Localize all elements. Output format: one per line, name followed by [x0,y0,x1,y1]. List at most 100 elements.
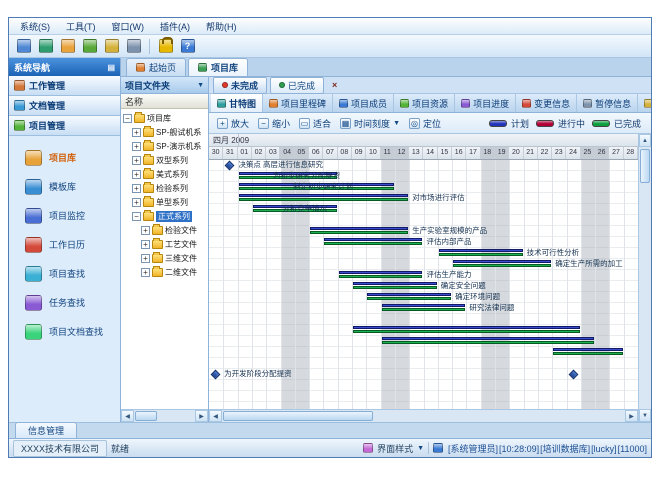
时间刻度-button[interactable]: ▦时间刻度▼ [336,115,404,132]
task-bar[interactable] [353,282,437,291]
view-tab-暂停信息[interactable]: 暂停信息 [577,94,638,112]
grid-button[interactable] [36,37,55,56]
menu-item[interactable]: 插件(A) [153,19,197,34]
tree-node-SP-演示机系[interactable]: +SP-演示机系 [123,139,208,153]
chevron-down-icon[interactable]: ▼ [197,82,204,89]
expander-icon[interactable]: + [132,156,141,165]
view-tab-甘特图[interactable]: 甘特图 [211,94,263,112]
pin-icon[interactable]: ▤ [107,63,115,72]
menu-item[interactable]: 帮助(H) [199,19,244,34]
tree-node-SP-舰试机系[interactable]: +SP-舰试机系 [123,125,208,139]
expander-icon[interactable]: + [132,170,141,179]
expander-icon[interactable]: + [132,184,141,193]
help-button[interactable] [178,37,197,56]
locate-icon: ◎ [409,118,420,129]
sidebar-item-项目监控[interactable]: 项目监控 [9,201,120,230]
task-bar[interactable] [553,348,623,357]
task-bar[interactable] [339,271,423,280]
gear-button[interactable] [124,37,143,56]
tab-起始页[interactable]: 起始页 [126,58,186,76]
task-bar[interactable] [382,304,466,313]
scroll-down-icon[interactable]: ▼ [639,409,651,422]
scroll-thumb[interactable] [223,411,373,421]
scroll-thumb[interactable] [640,149,650,183]
form-button[interactable] [58,37,77,56]
task-label: 确定生产所需的加工 [555,259,623,269]
tree-node-工艺文件[interactable]: +工艺文件 [123,237,208,251]
放大-button[interactable]: +放大 [213,115,253,132]
gantt-horizontal-scrollbar[interactable]: ◀ ▶ [209,409,638,422]
scroll-thumb[interactable] [135,411,157,421]
menu-item[interactable]: 窗口(W) [105,19,152,34]
tab-项目库[interactable]: 项目库 [188,58,248,76]
sidebar-group-文档管理[interactable]: 文档管理 [9,96,120,116]
close-icon[interactable]: × [329,80,340,90]
sidebar-group-项目管理[interactable]: 项目管理 [9,116,120,136]
sidebar-item-工作日历[interactable]: 工作日历 [9,230,120,259]
tree-node-美式系列[interactable]: +美式系列 [123,167,208,181]
sidebar-item-项目库[interactable]: 项目库 [9,143,120,172]
tree-node-正式系列[interactable]: −正式系列 [123,209,208,223]
tree-column-header[interactable]: 名称 [121,94,208,109]
tree-node-二维文件[interactable]: +二维文件 [123,265,208,279]
gantt-vertical-scrollbar[interactable]: ▲ ▼ [638,134,651,422]
sidebar-item-项目查找[interactable]: 项目查找 [9,259,120,288]
task-bar[interactable] [353,326,580,335]
view-tab-项目预算[interactable]: 项目预算 [638,94,651,112]
home-button[interactable] [14,37,33,56]
task-bar[interactable] [453,260,551,269]
缩小-button[interactable]: −缩小 [254,115,294,132]
task-bar[interactable] [310,227,408,236]
tab-info-management[interactable]: 信息管理 [15,422,77,438]
适合-button[interactable]: ▭适合 [295,115,335,132]
milestone-marker[interactable] [225,161,235,171]
view-tab-项目里程碑[interactable]: 项目里程碑 [263,94,333,112]
tree-node-项目库[interactable]: −项目库 [123,111,208,125]
scroll-right-icon[interactable]: ▶ [625,410,638,422]
expander-icon[interactable]: + [141,268,150,277]
expander-icon[interactable]: + [132,142,141,151]
sidebar-group-工作管理[interactable]: 工作管理 [9,76,120,96]
scroll-left-icon[interactable]: ◀ [209,410,222,422]
expander-icon[interactable]: − [123,114,132,123]
filter-tab-已完成[interactable]: 已完成 [270,77,324,94]
task-bar[interactable] [239,194,409,203]
tree-node-单型系列[interactable]: +单型系列 [123,195,208,209]
scroll-up-icon[interactable]: ▲ [639,134,651,147]
chevron-down-icon[interactable]: ▼ [417,445,424,452]
task-bar[interactable] [367,293,451,302]
view-tab-项目资源[interactable]: 项目资源 [394,94,455,112]
milestone-marker[interactable] [568,370,578,380]
sidebar-item-项目文档查找[interactable]: 项目文档查找 [9,317,120,346]
expander-icon[interactable]: + [141,226,150,235]
tree-horizontal-scrollbar[interactable]: ◀ ▶ [121,409,208,422]
view-tab-项目进度[interactable]: 项目进度 [455,94,516,112]
定位-button[interactable]: ◎定位 [405,115,445,132]
filter-tab-未完成[interactable]: 未完成 [213,77,267,94]
expander-icon[interactable]: + [132,128,141,137]
expander-icon[interactable]: − [132,212,141,221]
tree-node-检验系列[interactable]: +检验系列 [123,181,208,195]
scroll-left-icon[interactable]: ◀ [121,410,134,422]
menu-item[interactable]: 系统(S) [13,19,57,34]
tree-node-检验文件[interactable]: +检验文件 [123,223,208,237]
ui-style-label[interactable]: 界面样式 [377,442,413,455]
expander-icon[interactable]: + [141,240,150,249]
milestone-marker[interactable] [211,370,221,380]
mail-button[interactable] [102,37,121,56]
expander-icon[interactable]: + [141,254,150,263]
tree-node-三维文件[interactable]: +三维文件 [123,251,208,265]
task-bar[interactable] [382,337,595,346]
task-bar[interactable] [324,238,422,247]
view-tab-项目成员[interactable]: 项目成员 [333,94,394,112]
chart-button[interactable] [80,37,99,56]
sidebar-item-模板库[interactable]: 模板库 [9,172,120,201]
tree-node-双型系列[interactable]: +双型系列 [123,153,208,167]
scroll-right-icon[interactable]: ▶ [195,410,208,422]
lock-button[interactable] [156,37,175,56]
sidebar-item-任务查找[interactable]: 任务查找 [9,288,120,317]
menu-item[interactable]: 工具(T) [59,19,103,34]
expander-icon[interactable]: + [132,198,141,207]
task-bar[interactable] [439,249,523,258]
view-tab-变更信息[interactable]: 变更信息 [516,94,577,112]
